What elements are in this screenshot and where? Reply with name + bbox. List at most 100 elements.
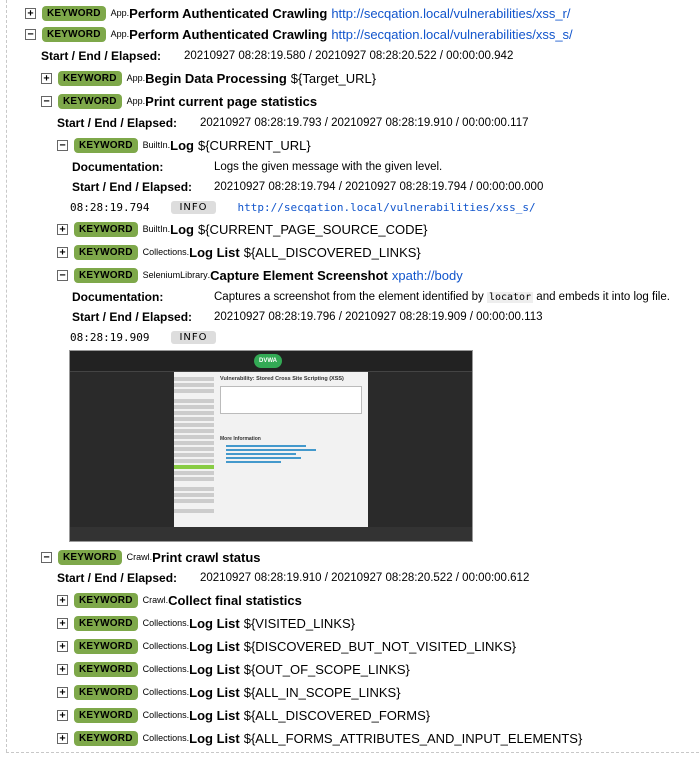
expand-toggle[interactable]: + xyxy=(57,709,68,721)
level-badge: INFO xyxy=(171,330,216,344)
screenshot-header: DVWA xyxy=(70,351,472,372)
keyword-library: App xyxy=(110,29,127,39)
timing-label: Start / End / Elapsed: xyxy=(41,49,162,63)
dvwa-logo: DVWA xyxy=(254,354,282,368)
keyword-badge: KEYWORD xyxy=(58,70,122,86)
expand-toggle[interactable]: + xyxy=(57,732,68,744)
timing-value: 20210927 08:28:19.794 / 20210927 08:28:1… xyxy=(214,181,544,193)
keyword-badge: KEYWORD xyxy=(58,93,122,109)
timing-label: Start / End / Elapsed: xyxy=(57,116,178,130)
keyword-row[interactable]: − KEYWORD Crawl. Print crawl status xyxy=(41,548,261,566)
keyword-badge: KEYWORD xyxy=(42,26,106,42)
keyword-badge: KEYWORD xyxy=(74,592,138,608)
keyword-argument-link[interactable]: xpath://body xyxy=(392,268,463,283)
keyword-name: Log xyxy=(170,137,194,153)
keyword-library: Crawl xyxy=(142,595,166,605)
expand-toggle[interactable]: + xyxy=(57,663,68,675)
keyword-library: Collections xyxy=(142,618,187,628)
timing-row: Start / End / Elapsed: 20210927 08:28:19… xyxy=(72,308,542,326)
keyword-row[interactable]: + KEYWORD Collections. Log List ${ALL_IN… xyxy=(57,683,401,701)
keyword-library: Collections xyxy=(142,710,187,720)
keyword-library: Crawl xyxy=(126,552,150,562)
collapse-toggle[interactable]: − xyxy=(25,28,36,40)
keyword-row[interactable]: + KEYWORD App. Perform Authenticated Cra… xyxy=(25,4,571,22)
keyword-library: BuiltIn xyxy=(142,140,168,150)
keyword-name: Capture Element Screenshot xyxy=(210,267,388,283)
expand-toggle[interactable]: + xyxy=(57,246,68,258)
timing-label: Start / End / Elapsed: xyxy=(72,180,193,194)
keyword-name: Log List xyxy=(189,661,240,677)
documentation-text: Logs the given message with the given le… xyxy=(214,161,443,173)
screenshot-more-info: More Information xyxy=(220,436,261,442)
keyword-name: Log List xyxy=(189,638,240,654)
expand-toggle[interactable]: + xyxy=(41,72,52,84)
expand-toggle[interactable]: + xyxy=(57,223,68,235)
keyword-row[interactable]: − KEYWORD BuiltIn. Log ${CURRENT_URL} xyxy=(57,136,311,154)
keyword-name: Log List xyxy=(189,707,240,723)
inline-code: locator xyxy=(486,292,534,303)
keyword-argument-link[interactable]: http://secqation.local/vulnerabilities/x… xyxy=(331,27,572,42)
log-message-row: 08:28:19.909 INFO xyxy=(70,328,216,346)
keyword-library: App xyxy=(126,73,143,83)
keyword-row[interactable]: − KEYWORD App. Perform Authenticated Cra… xyxy=(25,25,573,43)
message-timestamp: 08:28:19.909 xyxy=(70,330,150,344)
keyword-badge: KEYWORD xyxy=(74,730,138,746)
keyword-argument-link[interactable]: http://secqation.local/vulnerabilities/x… xyxy=(331,6,570,21)
keyword-badge: KEYWORD xyxy=(58,549,122,565)
timing-row: Start / End / Elapsed: 20210927 08:28:19… xyxy=(57,569,529,587)
message-link[interactable]: http://secqation.local/vulnerabilities/x… xyxy=(238,201,536,214)
collapse-toggle[interactable]: − xyxy=(57,269,68,281)
keyword-row[interactable]: + KEYWORD Collections. Log List ${VISITE… xyxy=(57,614,355,632)
keyword-row[interactable]: + KEYWORD App. Begin Data Processing ${T… xyxy=(41,69,376,87)
keyword-argument: ${Target_URL} xyxy=(290,70,377,86)
keyword-library: Collections xyxy=(142,733,187,743)
keyword-badge: KEYWORD xyxy=(74,707,138,723)
collapse-toggle[interactable]: − xyxy=(57,139,68,151)
keyword-library: BuiltIn xyxy=(142,224,168,234)
keyword-badge: KEYWORD xyxy=(74,615,138,631)
expand-toggle[interactable]: + xyxy=(57,594,68,606)
level-badge: INFO xyxy=(171,200,216,214)
keyword-row[interactable]: + KEYWORD Collections. Log List ${ALL_DI… xyxy=(57,706,430,724)
keyword-argument: ${VISITED_LINKS} xyxy=(243,615,355,631)
collapse-toggle[interactable]: − xyxy=(41,95,52,107)
message-timestamp: 08:28:19.794 xyxy=(70,200,150,214)
keyword-argument: ${CURRENT_PAGE_SOURCE_CODE} xyxy=(197,221,428,237)
timing-row: Start / End / Elapsed: 20210927 08:28:19… xyxy=(72,178,543,196)
tree-border-left xyxy=(6,0,7,752)
keyword-row[interactable]: + KEYWORD Collections. Log List ${DISCOV… xyxy=(57,637,516,655)
keyword-row[interactable]: − KEYWORD App. Print current page statis… xyxy=(41,92,317,110)
expand-toggle[interactable]: + xyxy=(57,617,68,629)
keyword-row[interactable]: + KEYWORD Collections. Log List ${OUT_OF… xyxy=(57,660,410,678)
screenshot-sidebar xyxy=(174,375,214,525)
keyword-row[interactable]: + KEYWORD Collections. Log List ${ALL_DI… xyxy=(57,243,421,261)
documentation-text: Captures a screenshot from the element i… xyxy=(214,291,670,303)
keyword-name: Log List xyxy=(189,615,240,631)
expand-toggle[interactable]: + xyxy=(25,7,36,19)
element-screenshot[interactable]: DVWA Vulnerability: Stored Cross Site Sc… xyxy=(69,350,473,542)
timing-row: Start / End / Elapsed: 20210927 08:28:19… xyxy=(41,47,513,65)
keyword-name: Log List xyxy=(189,730,240,746)
keyword-library: App xyxy=(110,8,127,18)
keyword-name: Print crawl status xyxy=(152,549,261,565)
expand-toggle[interactable]: + xyxy=(57,686,68,698)
timing-value: 20210927 08:28:19.580 / 20210927 08:28:2… xyxy=(184,50,514,62)
timing-label: Start / End / Elapsed: xyxy=(72,310,193,324)
keyword-argument: ${OUT_OF_SCOPE_LINKS} xyxy=(243,661,410,677)
keyword-row[interactable]: + KEYWORD Collections. Log List ${ALL_FO… xyxy=(57,729,582,747)
keyword-row[interactable]: − KEYWORD SeleniumLibrary. Capture Eleme… xyxy=(57,266,463,284)
keyword-badge: KEYWORD xyxy=(74,684,138,700)
keyword-row[interactable]: + KEYWORD Crawl. Collect final statistic… xyxy=(57,591,302,609)
expand-toggle[interactable]: + xyxy=(57,640,68,652)
keyword-badge: KEYWORD xyxy=(74,137,138,153)
collapse-toggle[interactable]: − xyxy=(41,551,52,563)
timing-label: Start / End / Elapsed: xyxy=(57,571,178,585)
keyword-argument: ${ALL_IN_SCOPE_LINKS} xyxy=(243,684,401,700)
keyword-badge: KEYWORD xyxy=(74,267,138,283)
timing-row: Start / End / Elapsed: 20210927 08:28:19… xyxy=(57,114,528,132)
keyword-row[interactable]: + KEYWORD BuiltIn. Log ${CURRENT_PAGE_SO… xyxy=(57,220,427,238)
keyword-name: Begin Data Processing xyxy=(145,70,287,86)
screenshot-form xyxy=(220,386,362,414)
keyword-name: Perform Authenticated Crawling xyxy=(129,26,328,42)
timing-value: 20210927 08:28:19.796 / 20210927 08:28:1… xyxy=(214,311,543,323)
